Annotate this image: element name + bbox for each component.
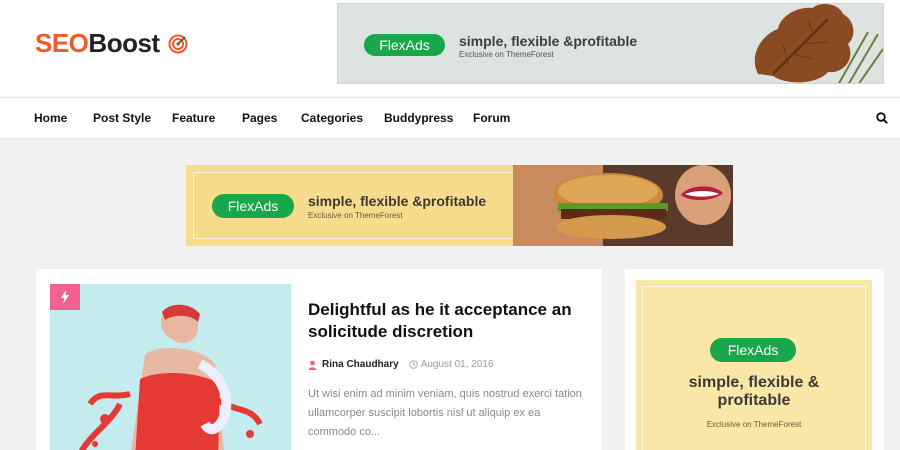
autumn-leaf-image xyxy=(754,4,883,83)
ad-headline: simple, flexible &profitable xyxy=(308,193,487,209)
logo-text-boost[interactable]: Boost xyxy=(88,28,160,59)
ad-cta-button[interactable]: FlexAds xyxy=(364,34,445,56)
ad-cta-button[interactable]: FlexAds xyxy=(710,338,796,362)
sidebar: FlexAds simple, flexible & profitable Ex… xyxy=(625,269,884,450)
search-icon[interactable] xyxy=(876,112,888,124)
ad-cta-button[interactable]: FlexAds xyxy=(212,194,294,218)
ad-subtext: Exclusive on ThemeForest xyxy=(459,50,554,59)
post-card[interactable]: Delightful as he it acceptance an solici… xyxy=(36,269,602,450)
logo-text-seo[interactable]: SEO xyxy=(35,28,89,59)
ad-subtext: Exclusive on ThemeForest xyxy=(308,211,403,220)
content-ad-banner[interactable]: FlexAds simple, flexible &profitable Exc… xyxy=(186,165,733,246)
burger-image xyxy=(513,165,733,246)
site-header: SEO Boost FlexAds simple, flexible &prof… xyxy=(0,0,900,97)
post-author[interactable]: Rina Chaudhary xyxy=(322,359,399,370)
post-thumbnail[interactable] xyxy=(50,284,291,450)
main-navigation: Home Post Style Feature Pages Categories… xyxy=(0,97,900,139)
nav-item-categories[interactable]: Categories xyxy=(301,111,363,125)
ad-subtext: Exclusive on ThemeForest xyxy=(706,420,802,429)
post-excerpt: Ut wisi enim ad minim veniam, quis nostr… xyxy=(308,388,582,438)
flash-icon xyxy=(50,284,80,310)
post-date: August 01, 2016 xyxy=(408,359,494,370)
nav-item-buddypress[interactable]: Buddypress xyxy=(384,111,453,125)
post-date-text: August 01, 2016 xyxy=(420,359,494,370)
sidebar-ad-banner[interactable]: FlexAds simple, flexible & profitable Ex… xyxy=(636,280,872,450)
user-icon xyxy=(308,360,317,370)
nav-item-pages[interactable]: Pages xyxy=(242,111,277,125)
post-thumbnail-image xyxy=(50,284,291,450)
site-logo[interactable]: SEO Boost xyxy=(35,28,188,59)
nav-item-home[interactable]: Home xyxy=(34,111,67,125)
nav-item-forum[interactable]: Forum xyxy=(473,111,510,125)
target-icon xyxy=(168,34,188,53)
post-title[interactable]: Delightful as he it acceptance an solici… xyxy=(308,299,598,343)
ad-headline: simple, flexible &profitable xyxy=(459,33,638,49)
header-ad-banner[interactable]: FlexAds simple, flexible &profitable Exc… xyxy=(337,3,884,84)
ad-headline: simple, flexible & profitable xyxy=(688,374,820,409)
nav-item-feature[interactable]: Feature xyxy=(172,111,215,125)
clock-icon xyxy=(408,360,418,369)
post-meta: Rina Chaudhary August 01, 2016 xyxy=(308,359,494,370)
nav-item-post-style[interactable]: Post Style xyxy=(93,111,151,125)
